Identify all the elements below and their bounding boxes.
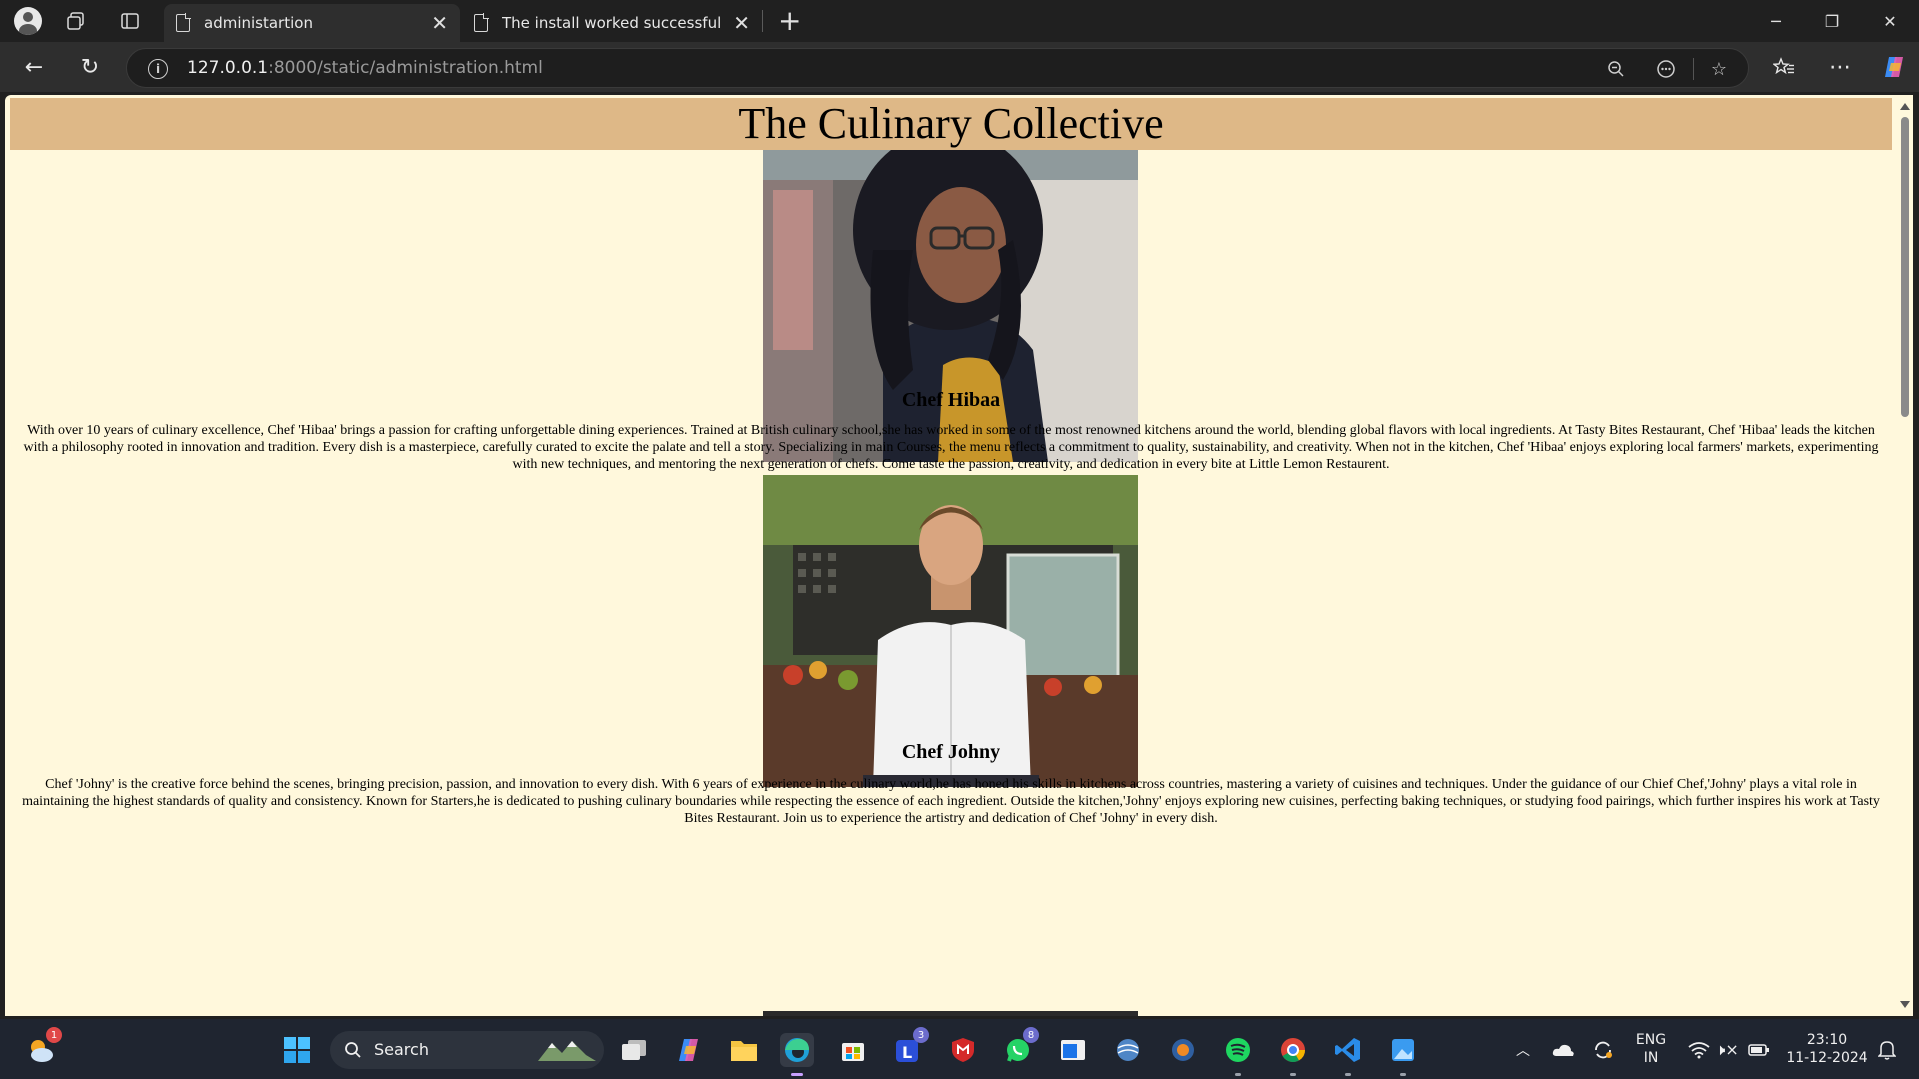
app-window-icon[interactable] xyxy=(1056,1033,1090,1067)
copilot-icon[interactable] xyxy=(1878,52,1910,82)
more-menu-icon[interactable]: ⋯ xyxy=(1824,52,1856,82)
browser-tab-bar: administartion ✕ The install worked succ… xyxy=(0,0,1919,42)
reload-button[interactable]: ↻ xyxy=(74,52,106,82)
tab-title: The install worked successfully! Co xyxy=(502,14,722,32)
search-highlight-icon xyxy=(538,1041,596,1061)
page-icon xyxy=(474,13,489,32)
chef-name: Chef Hibaa xyxy=(901,389,1001,411)
chef-name: Chef Johny xyxy=(901,741,1001,763)
page-scrollbar[interactable] xyxy=(1897,95,1913,1016)
new-tab-button[interactable]: + xyxy=(778,6,801,36)
favorite-star-icon[interactable]: ☆ xyxy=(1706,56,1732,82)
network-app-icon[interactable] xyxy=(1111,1033,1145,1067)
notifications-bell-icon[interactable] xyxy=(1870,1033,1904,1067)
taskbar-search-box[interactable]: Search xyxy=(330,1031,604,1069)
chef-bio: With over 10 years of culinary excellenc… xyxy=(23,423,1879,472)
chrome-icon[interactable] xyxy=(1276,1033,1310,1076)
search-icon xyxy=(345,1042,361,1058)
task-view-icon[interactable] xyxy=(617,1033,651,1067)
tab-separator xyxy=(762,10,763,32)
start-button-icon[interactable] xyxy=(280,1033,314,1067)
minimize-button[interactable]: ─ xyxy=(1748,0,1804,42)
running-indicator xyxy=(1400,1073,1406,1076)
copilot-app-icon[interactable] xyxy=(672,1033,706,1067)
active-indicator xyxy=(791,1073,803,1076)
chef-bio: Chef 'Johny' is the creative force behin… xyxy=(22,777,1880,826)
tab-administration[interactable]: administartion ✕ xyxy=(164,4,460,42)
browser-essentials-icon[interactable] xyxy=(1653,56,1679,82)
site-header: The Culinary Collective xyxy=(10,98,1892,150)
edge-browser-icon[interactable] xyxy=(780,1033,814,1076)
profile-avatar-icon[interactable] xyxy=(14,7,42,35)
scroll-thumb[interactable] xyxy=(1901,117,1909,417)
vscode-icon[interactable] xyxy=(1331,1033,1365,1076)
restore-button[interactable]: ❐ xyxy=(1804,0,1860,42)
microsoft-store-icon[interactable] xyxy=(836,1033,870,1067)
spotify-icon[interactable] xyxy=(1221,1033,1255,1076)
sync-icon[interactable] xyxy=(1586,1033,1620,1067)
tab-title: administartion xyxy=(204,14,313,32)
close-tab-icon[interactable]: ✕ xyxy=(733,13,750,33)
weather-widget-icon[interactable]: 1 xyxy=(24,1027,62,1067)
divider xyxy=(1693,58,1694,80)
site-info-icon[interactable]: i xyxy=(148,59,168,79)
notification-badge: 3 xyxy=(913,1027,929,1043)
search-label: Search xyxy=(374,1040,429,1059)
scroll-down-icon[interactable] xyxy=(1900,1001,1910,1008)
onedrive-icon[interactable] xyxy=(1546,1033,1580,1067)
browser-toolbar: ← ↻ i 127.0.0.1:8000/static/administrati… xyxy=(0,42,1919,92)
favorites-icon[interactable] xyxy=(1768,52,1800,82)
virtualbox-icon[interactable] xyxy=(1166,1033,1200,1067)
scroll-up-icon[interactable] xyxy=(1900,103,1910,110)
close-tab-icon[interactable]: ✕ xyxy=(431,13,448,33)
notification-badge: 8 xyxy=(1023,1027,1039,1043)
svg-text:L: L xyxy=(902,1043,912,1062)
teams-icon[interactable]: L 3 xyxy=(891,1027,929,1067)
chef-hibaa-photo xyxy=(763,150,1138,462)
running-indicator xyxy=(1235,1073,1241,1076)
file-explorer-icon[interactable] xyxy=(727,1033,761,1067)
vertical-tabs-icon[interactable] xyxy=(116,7,144,35)
battery-icon[interactable] xyxy=(1742,1033,1776,1067)
whatsapp-icon[interactable]: 8 xyxy=(1001,1027,1039,1067)
volume-muted-icon[interactable]: 🕨× xyxy=(1710,1033,1744,1067)
page-viewport: The Culinary Collective Chef Hibaa With … xyxy=(5,95,1897,1016)
tab-install-worked[interactable]: The install worked successfully! Co ✕ xyxy=(462,4,762,42)
running-indicator xyxy=(1290,1073,1296,1076)
show-hidden-icons-chevron-icon[interactable]: ︿ xyxy=(1506,1033,1540,1067)
windows-taskbar: 1 Search L 3 8 ︿ ENG IN 🕨× 23:10 11-12-2… xyxy=(0,1019,1919,1079)
language-indicator[interactable]: ENG IN xyxy=(1630,1031,1672,1067)
next-chef-photo xyxy=(763,1011,1138,1016)
back-button[interactable]: ← xyxy=(18,52,50,82)
address-bar[interactable]: i 127.0.0.1:8000/static/administration.h… xyxy=(126,48,1749,88)
close-window-button[interactable]: ✕ xyxy=(1862,0,1918,42)
running-indicator xyxy=(1345,1073,1351,1076)
clock[interactable]: 23:10 11-12-2024 xyxy=(1782,1031,1872,1067)
mcafee-icon[interactable] xyxy=(946,1033,980,1067)
url-text[interactable]: 127.0.0.1:8000/static/administration.htm… xyxy=(187,58,543,78)
notification-badge: 1 xyxy=(46,1027,62,1043)
workspaces-icon[interactable] xyxy=(62,7,90,35)
zoom-out-icon[interactable] xyxy=(1603,56,1629,82)
photos-app-icon[interactable] xyxy=(1386,1033,1420,1076)
page-icon xyxy=(176,13,191,32)
